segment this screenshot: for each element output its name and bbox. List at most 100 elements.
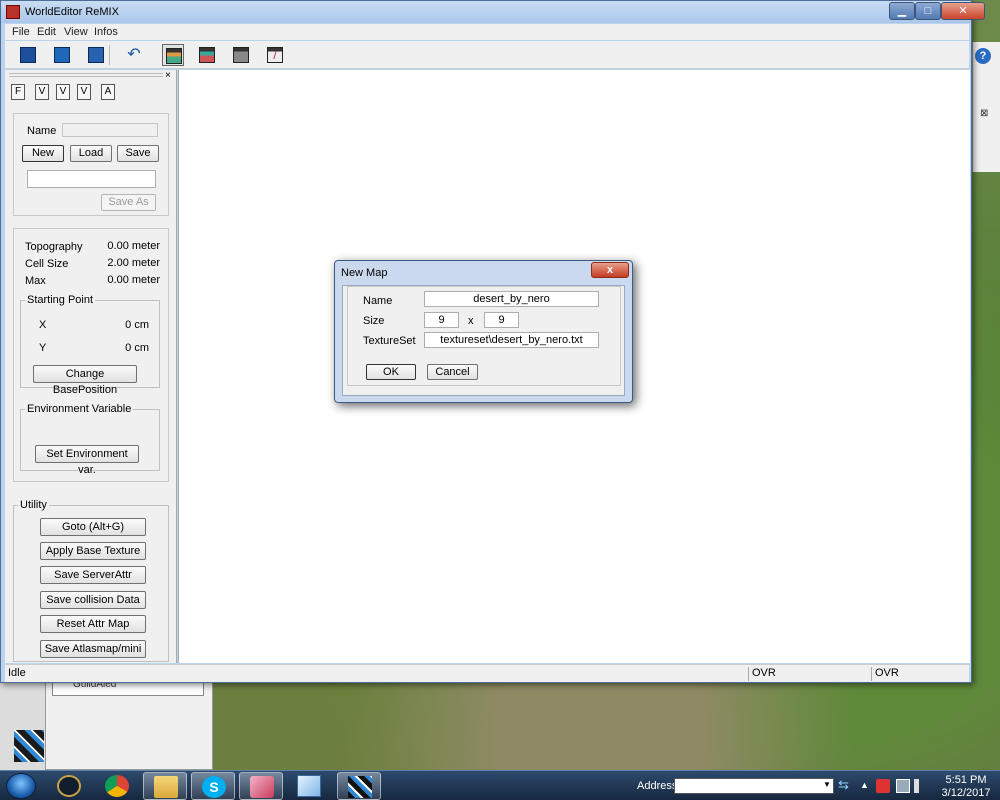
menu-infos[interactable]: Infos	[94, 26, 118, 38]
undo-icon: ↶	[127, 46, 141, 63]
dialog-title: New Map	[341, 267, 388, 279]
taskbar-notepad[interactable]	[287, 772, 331, 800]
toolbar-separator	[109, 45, 110, 65]
taskbar-chrome[interactable]	[95, 772, 139, 800]
close-icon[interactable]: ⊠	[980, 108, 996, 122]
file-explorer-icon	[154, 776, 178, 798]
dialog-textureset-field[interactable]: textureset\desert_by_nero.txt	[424, 332, 599, 348]
menu-view[interactable]: View	[64, 26, 88, 38]
texture-view-icon	[199, 47, 215, 63]
taskbar-skype[interactable]: S	[191, 772, 235, 800]
minimize-button[interactable]: ▁	[889, 2, 915, 20]
goto-button[interactable]: Goto (Alt+G)	[40, 518, 146, 536]
environment-fieldset: Environment Variable Set Environment var…	[20, 403, 160, 476]
max-value: 0.00 meter	[107, 274, 160, 286]
texture-view-button[interactable]	[196, 44, 218, 66]
dialog-size-separator: x	[468, 315, 474, 327]
apply-base-texture-button[interactable]: Apply Base Texture	[40, 542, 146, 560]
save-as-button[interactable]: Save As	[101, 194, 156, 211]
save-disk-icon	[88, 47, 104, 63]
toolbar: ↶ /	[5, 41, 969, 69]
tab-a[interactable]: A	[101, 84, 115, 100]
network-icon[interactable]	[896, 779, 910, 793]
map-name-field[interactable]	[62, 123, 158, 137]
save-map-button[interactable]: Save	[117, 145, 159, 162]
world-editor-desktop-icon[interactable]	[14, 730, 44, 762]
menu-bar: File Edit View Infos	[5, 24, 969, 40]
change-baseposition-button[interactable]: Change BasePosition	[33, 365, 137, 396]
starting-point-legend: Starting Point	[25, 294, 96, 306]
paint-brush-button[interactable]: /	[264, 44, 286, 66]
y-label: Y	[39, 342, 47, 354]
x-label: X	[39, 319, 47, 331]
map-view-button[interactable]	[162, 44, 184, 66]
dialog-name-field[interactable]: desert_by_nero	[424, 291, 599, 307]
address-dropdown-icon[interactable]: ▼	[823, 780, 831, 789]
world-editor-icon	[348, 776, 372, 798]
close-window-button[interactable]: ✕	[941, 2, 985, 20]
address-input[interactable]	[674, 778, 834, 794]
clock-time[interactable]: 5:51 PM	[944, 774, 988, 786]
clock-date[interactable]: 3/12/2017	[938, 787, 994, 799]
status-ovr-1: OVR	[748, 667, 871, 681]
dialog-body: Name desert_by_nero Size 9 x 9 TextureSe…	[342, 285, 625, 396]
help-icon[interactable]: ?	[975, 48, 991, 64]
dialog-ok-button[interactable]: OK	[366, 364, 416, 380]
show-hidden-icons-icon[interactable]: ▲	[860, 780, 869, 790]
dialog-name-label: Name	[363, 295, 393, 307]
new-document-button[interactable]	[17, 44, 39, 66]
topography-value: 0.00 meter	[107, 240, 160, 252]
address-go-icon[interactable]: ⇆	[838, 777, 856, 795]
taskbar-file-explorer[interactable]	[143, 772, 187, 800]
notepad-icon	[297, 775, 321, 797]
load-button[interactable]: Load	[70, 145, 112, 162]
save-serverattr-button[interactable]: Save ServerAttr	[40, 566, 146, 584]
open-folder-icon	[54, 47, 70, 63]
panel-close-icon[interactable]: ×	[165, 70, 171, 81]
name-label: Name	[27, 125, 57, 137]
tab-v1[interactable]: V	[35, 84, 49, 100]
skype-icon: S	[202, 776, 226, 798]
app-icon	[6, 5, 20, 19]
starting-point-fieldset: Starting Point X 0 cm Y 0 cm Change Base…	[20, 294, 160, 396]
paint-brush-icon: /	[267, 47, 283, 63]
status-bar: Idle OVR OVR	[5, 664, 969, 682]
tab-v2[interactable]: V	[56, 84, 70, 100]
title-bar[interactable]: WorldEditor ReMIX ▁ □ ✕	[1, 1, 985, 23]
undo-button[interactable]: ↶	[123, 44, 145, 66]
action-center-icon[interactable]	[876, 779, 890, 793]
new-map-dialog: New Map x Name desert_by_nero Size 9 x 9…	[334, 260, 633, 403]
dialog-cancel-button[interactable]: Cancel	[427, 364, 478, 380]
window-title: WorldEditor ReMIX	[25, 6, 119, 18]
taskbar-world-editor[interactable]	[337, 772, 381, 800]
object-view-button[interactable]	[230, 44, 252, 66]
menu-file[interactable]: File	[12, 26, 30, 38]
menu-edit[interactable]: Edit	[37, 26, 56, 38]
set-environment-button[interactable]: Set Environment var.	[35, 445, 139, 476]
left-tool-panel: × F V V V A Name New Load Save Save As T…	[5, 70, 177, 663]
environment-legend: Environment Variable	[25, 403, 134, 415]
save-collision-data-button[interactable]: Save collision Data	[40, 591, 146, 609]
maximize-button[interactable]: □	[915, 2, 941, 20]
panel-grip[interactable]	[9, 73, 163, 77]
start-button[interactable]	[6, 773, 36, 799]
new-button[interactable]: New	[22, 145, 64, 162]
tab-f[interactable]: F	[11, 84, 25, 100]
dialog-width-field[interactable]: 9	[424, 312, 459, 328]
topography-label: Topography	[25, 241, 83, 253]
reset-attr-map-button[interactable]: Reset Attr Map	[40, 615, 146, 633]
save-button[interactable]	[85, 44, 107, 66]
save-atlasmap-button[interactable]: Save Atlasmap/mini	[40, 640, 146, 658]
dialog-close-button[interactable]: x	[591, 262, 629, 278]
dialog-height-field[interactable]: 9	[484, 312, 519, 328]
dialog-textureset-label: TextureSet	[363, 335, 416, 347]
utility-legend: Utility	[18, 499, 49, 511]
object-view-icon	[233, 47, 249, 63]
tab-v3[interactable]: V	[77, 84, 91, 100]
file-group: Name New Load Save Save As	[13, 113, 169, 216]
open-folder-button[interactable]	[51, 44, 73, 66]
volume-icon[interactable]	[914, 779, 928, 793]
taskbar-game-launcher[interactable]	[239, 772, 283, 800]
map-path-field[interactable]	[27, 170, 156, 188]
taskbar-league-of-legends[interactable]	[47, 772, 91, 800]
